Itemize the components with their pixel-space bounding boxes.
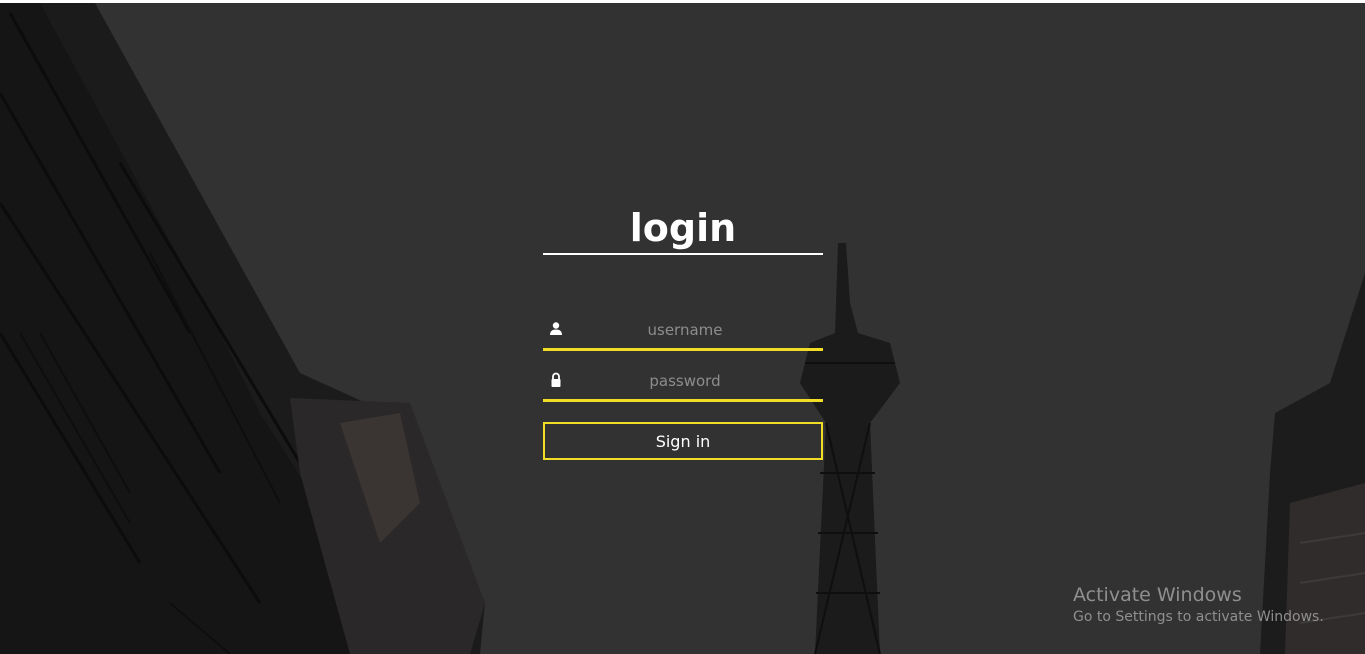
user-icon [550, 322, 562, 335]
login-page: login Sign in Activate Windows Go to Set… [0, 3, 1365, 654]
username-input[interactable] [573, 312, 797, 348]
password-input[interactable] [573, 363, 797, 399]
password-field [543, 363, 823, 402]
activate-windows-watermark: Activate Windows Go to Settings to activ… [1073, 583, 1324, 627]
sign-in-button[interactable]: Sign in [543, 422, 823, 460]
login-title: login [629, 206, 737, 250]
title-divider [543, 253, 823, 255]
lock-icon [551, 372, 561, 387]
watermark-subtitle: Go to Settings to activate Windows. [1073, 609, 1324, 625]
watermark-title: Activate Windows [1073, 584, 1242, 606]
login-form: login Sign in [543, 203, 823, 460]
username-field [543, 312, 823, 351]
